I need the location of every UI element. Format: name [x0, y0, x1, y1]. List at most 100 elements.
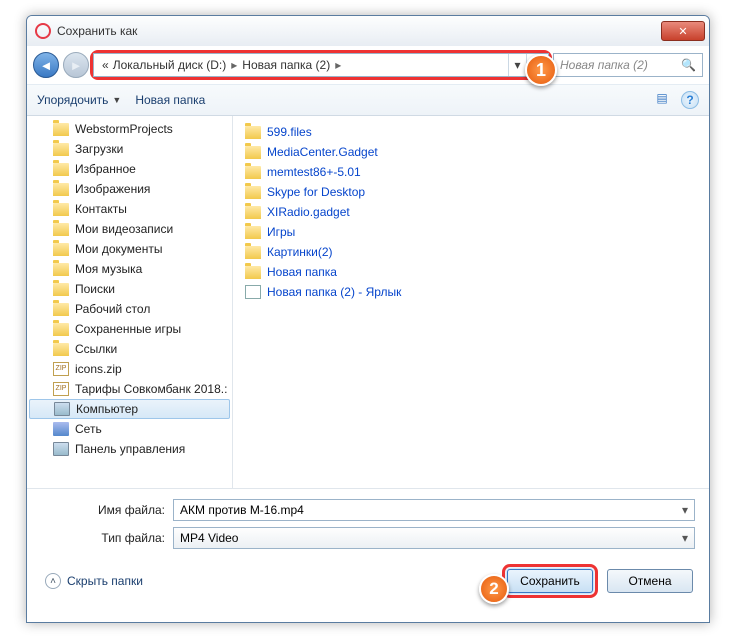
tree-item-label: Панель управления — [75, 442, 185, 456]
form-area: Имя файла: АКМ против М-16.mp4 ▾ Тип фай… — [27, 488, 709, 549]
zip-icon: ZIP — [53, 382, 69, 396]
tree-item-label: Сеть — [75, 422, 102, 436]
folder-icon — [53, 223, 69, 236]
folder-icon — [245, 206, 261, 219]
network-icon — [53, 422, 69, 436]
folder-icon — [53, 343, 69, 356]
address-dropdown[interactable]: ▾ — [508, 54, 526, 76]
body: WebstormProjects Загрузки Избранное Изображ… — [27, 116, 709, 488]
file-name: MediaCenter.Gadget — [267, 145, 378, 159]
hide-folders-button[interactable]: ˄ Скрыть папки — [45, 573, 143, 589]
tree-item[interactable]: Мои видеозаписи — [27, 219, 232, 239]
folder-tree[interactable]: WebstormProjects Загрузки Избранное Изображ… — [27, 116, 233, 488]
tree-item-label: Мои видеозаписи — [75, 222, 173, 236]
file-name: 599.files — [267, 125, 312, 139]
cancel-button[interactable]: Отмена — [607, 569, 693, 593]
new-folder-button[interactable]: Новая папка — [135, 93, 205, 107]
tree-item[interactable]: Панель управления — [27, 439, 232, 459]
folder-icon — [53, 283, 69, 296]
computer-icon — [53, 442, 69, 456]
titlebar: Сохранить как ✕ — [27, 16, 709, 46]
file-item[interactable]: MediaCenter.Gadget — [245, 142, 697, 162]
folder-icon — [53, 123, 69, 136]
file-item[interactable]: Картинки(2) — [245, 242, 697, 262]
file-name: Новая папка (2) - Ярлык — [267, 285, 401, 299]
folder-icon — [245, 246, 261, 259]
back-button[interactable]: ◄ — [33, 52, 59, 78]
folder-icon — [53, 163, 69, 176]
filename-label: Имя файла: — [41, 503, 173, 517]
folder-icon — [53, 183, 69, 196]
search-placeholder: Новая папка (2) — [560, 58, 648, 72]
folder-icon — [245, 226, 261, 239]
file-item[interactable]: XIRadio.gadget — [245, 202, 697, 222]
file-name: Новая папка — [267, 265, 337, 279]
folder-icon — [53, 243, 69, 256]
save-as-dialog: Сохранить как ✕ ◄ ► « Локальный диск (D:… — [26, 15, 710, 623]
address-prefix: « — [100, 58, 111, 72]
address-sep-2: ▸ — [332, 58, 344, 72]
filetype-label: Тип файла: — [41, 531, 173, 545]
folder-icon — [53, 203, 69, 216]
file-item[interactable]: memtest86+-5.01 — [245, 162, 697, 182]
view-options-icon[interactable]: ▤ — [653, 91, 671, 109]
tree-item[interactable]: Поиски — [27, 279, 232, 299]
tree-item[interactable]: WebstormProjects — [27, 119, 232, 139]
search-input[interactable]: Новая папка (2) 🔍 — [553, 53, 703, 77]
filetype-select[interactable]: MP4 Video ▾ — [173, 527, 695, 549]
tree-item-label: Рабочий стол — [75, 302, 150, 316]
callout-badge-2: 2 — [479, 574, 509, 604]
nav-row: ◄ ► « Локальный диск (D:) ▸ Новая папка … — [27, 46, 709, 84]
file-name: Картинки(2) — [267, 245, 333, 259]
file-item[interactable]: Игры — [245, 222, 697, 242]
file-name: Игры — [267, 225, 295, 239]
tree-item-label: Загрузки — [75, 142, 123, 156]
address-seg-2[interactable]: Новая папка (2) — [240, 58, 332, 72]
tree-item-label: Избранное — [75, 162, 136, 176]
close-button[interactable]: ✕ — [661, 21, 705, 41]
tree-item[interactable]: Рабочий стол — [27, 299, 232, 319]
file-item[interactable]: 599.files — [245, 122, 697, 142]
folder-icon — [53, 323, 69, 336]
chevron-down-icon: ▼ — [112, 95, 121, 105]
help-icon[interactable]: ? — [681, 91, 699, 109]
footer: ˄ Скрыть папки Сохранить Отмена — [27, 555, 709, 607]
tree-item[interactable]: Избранное — [27, 159, 232, 179]
tree-item-label: Моя музыка — [75, 262, 142, 276]
address-bar-wrap: « Локальный диск (D:) ▸ Новая папка (2) … — [93, 53, 549, 77]
organize-button[interactable]: Упорядочить ▼ — [37, 93, 121, 107]
file-name: XIRadio.gadget — [267, 205, 350, 219]
zip-icon: ZIP — [53, 362, 69, 376]
folder-icon — [53, 303, 69, 316]
tree-item[interactable]: ZIPТарифы Совкомбанк 2018.: — [27, 379, 232, 399]
tree-item[interactable]: Компьютер — [29, 399, 230, 419]
address-seg-1[interactable]: Локальный диск (D:) — [111, 58, 229, 72]
folder-icon — [245, 126, 261, 139]
tree-item[interactable]: Загрузки — [27, 139, 232, 159]
tree-item[interactable]: Контакты — [27, 199, 232, 219]
callout-badge-1: 1 — [525, 54, 557, 86]
tree-item[interactable]: Сеть — [27, 419, 232, 439]
tree-item[interactable]: Изображения — [27, 179, 232, 199]
forward-button[interactable]: ► — [63, 52, 89, 78]
tree-item[interactable]: Сохраненные игры — [27, 319, 232, 339]
tree-item[interactable]: ZIPicons.zip — [27, 359, 232, 379]
filename-input[interactable]: АКМ против М-16.mp4 ▾ — [173, 499, 695, 521]
folder-icon — [245, 266, 261, 279]
toolbar: Упорядочить ▼ Новая папка ▤ ? — [27, 84, 709, 116]
file-list[interactable]: 599.files MediaCenter.Gadget memtest86+-5.… — [233, 116, 709, 488]
tree-item-label: Изображения — [75, 182, 150, 196]
tree-item[interactable]: Ссылки — [27, 339, 232, 359]
file-item[interactable]: Новая папка (2) - Ярлык — [245, 282, 697, 302]
file-item[interactable]: Новая папка — [245, 262, 697, 282]
address-sep-1: ▸ — [228, 58, 240, 72]
shortcut-icon — [245, 285, 261, 299]
file-item[interactable]: Skype for Desktop — [245, 182, 697, 202]
address-bar[interactable]: « Локальный диск (D:) ▸ Новая папка (2) … — [93, 53, 549, 77]
search-icon[interactable]: 🔍 — [681, 58, 696, 72]
computer-icon — [54, 402, 70, 416]
window-title: Сохранить как — [57, 24, 661, 38]
tree-item[interactable]: Моя музыка — [27, 259, 232, 279]
tree-item[interactable]: Мои документы — [27, 239, 232, 259]
save-button[interactable]: Сохранить — [507, 569, 593, 593]
